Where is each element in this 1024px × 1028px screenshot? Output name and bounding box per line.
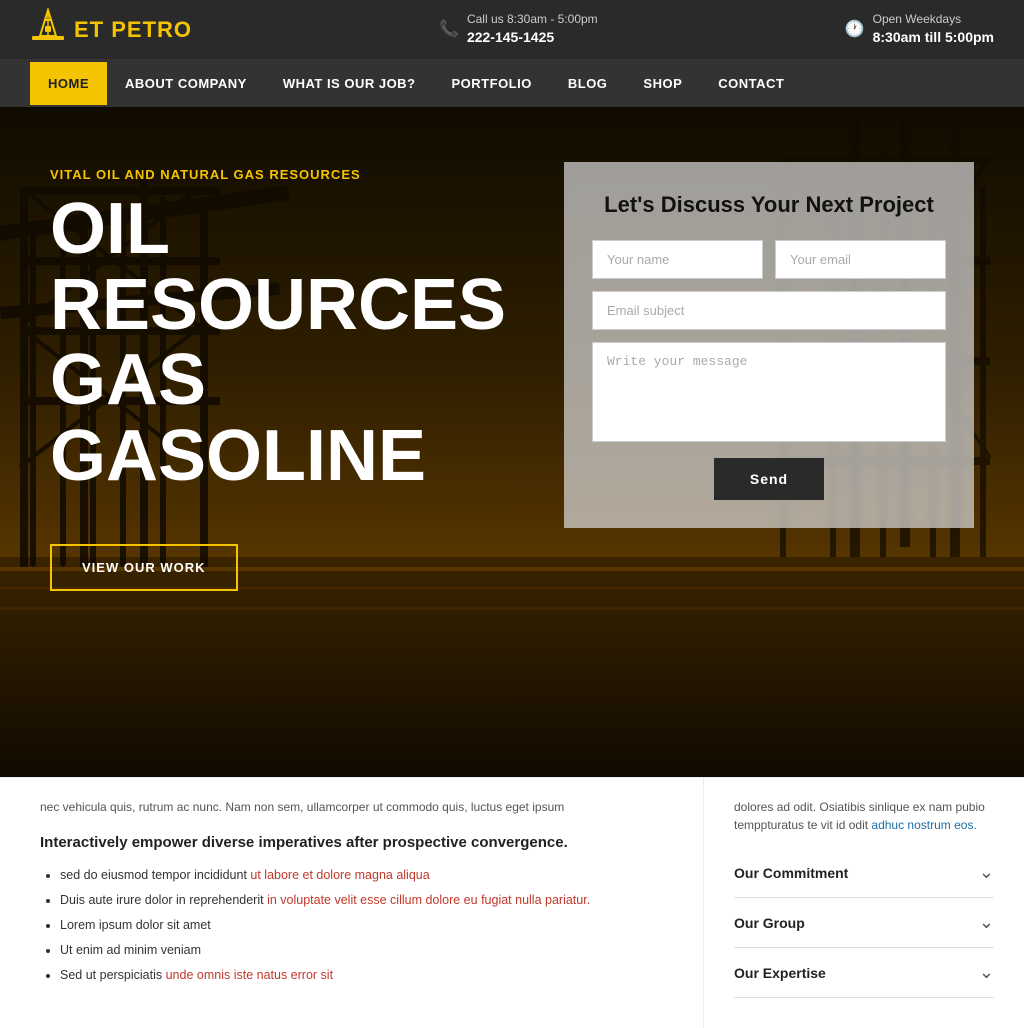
- list-link[interactable]: unde omnis iste natus error sit: [166, 968, 333, 982]
- list-link[interactable]: ut labore et dolore magna aliqua: [250, 868, 429, 882]
- send-button[interactable]: Send: [714, 458, 824, 500]
- right-intro-text: dolores ad odit. Osiatibis sinlique ex n…: [734, 798, 994, 834]
- nav-item-blog[interactable]: BLOG: [550, 62, 626, 105]
- clock-icon: 🕐: [845, 19, 865, 39]
- hero-content: VITAL OIL AND NATURAL GAS RESOURCES OIL …: [0, 107, 1024, 777]
- bottom-right: dolores ad odit. Osiatibis sinlique ex n…: [704, 778, 1024, 1028]
- contact-info: 📞 Call us 8:30am - 5:00pm 222-145-1425: [439, 11, 598, 47]
- accordion: Our Commitment ⌄ Our Group ⌄ Our Experti…: [734, 848, 994, 998]
- hero-tagline: VITAL OIL AND NATURAL GAS RESOURCES: [50, 167, 524, 182]
- form-title: Let's Discuss Your Next Project: [592, 192, 946, 218]
- bottom-section: nec vehicula quis, rutrum ac nunc. Nam n…: [0, 777, 1024, 1028]
- accordion-arrow: ⌄: [979, 962, 994, 983]
- contact-label: Call us 8:30am - 5:00pm: [467, 11, 598, 28]
- list-item: Duis aute irure dolor in reprehenderit i…: [60, 888, 663, 913]
- right-intro-link[interactable]: adhuc nostrum eos.: [871, 818, 976, 832]
- nav-item-home[interactable]: HOME: [30, 62, 107, 105]
- accordion-arrow: ⌄: [979, 912, 994, 933]
- logo[interactable]: ET PETRO: [30, 8, 192, 51]
- accordion-title: Our Expertise: [734, 965, 826, 981]
- contact-number: 222-145-1425: [467, 28, 598, 48]
- bottom-left: nec vehicula quis, rutrum ac nunc. Nam n…: [0, 778, 704, 1028]
- list-item: sed do eiusmod tempor incididunt ut labo…: [60, 863, 663, 888]
- form-name-email-row: [592, 240, 946, 279]
- top-bar: ET PETRO 📞 Call us 8:30am - 5:00pm 222-1…: [0, 0, 1024, 59]
- accordion-arrow: ⌄: [979, 862, 994, 883]
- intro-heading: Interactively empower diverse imperative…: [40, 834, 663, 851]
- phone-icon: 📞: [439, 19, 459, 39]
- nav-item-portfolio[interactable]: PORTFOLIO: [434, 62, 550, 105]
- accordion-title: Our Commitment: [734, 865, 848, 881]
- list-item: Sed ut perspiciatis unde omnis iste natu…: [60, 963, 663, 988]
- view-work-button[interactable]: VIEW OUR WORK: [50, 544, 238, 591]
- hero-section: VITAL OIL AND NATURAL GAS RESOURCES OIL …: [0, 107, 1024, 777]
- accordion-title: Our Group: [734, 915, 805, 931]
- contact-form: Let's Discuss Your Next Project Send: [564, 162, 974, 528]
- bullet-list: sed do eiusmod tempor incididunt ut labo…: [40, 863, 663, 988]
- brand-name: ET PETRO: [74, 17, 192, 43]
- hours-info: 🕐 Open Weekdays 8:30am till 5:00pm: [845, 11, 994, 47]
- accordion-group[interactable]: Our Group ⌄: [734, 898, 994, 948]
- hours-label: Open Weekdays: [873, 11, 994, 28]
- nav-item-about[interactable]: ABOUT COMPANY: [107, 62, 265, 105]
- subject-input[interactable]: [592, 291, 946, 330]
- hero-title: OIL RESOURCES GAS GASOLINE: [50, 192, 524, 494]
- accordion-commitment[interactable]: Our Commitment ⌄: [734, 848, 994, 898]
- list-link[interactable]: in voluptate velit esse cillum dolore eu…: [267, 893, 590, 907]
- nav-bar: HOME ABOUT COMPANY WHAT IS OUR JOB? PORT…: [0, 59, 1024, 107]
- hours-value: 8:30am till 5:00pm: [873, 28, 994, 48]
- list-item: Ut enim ad minim veniam: [60, 938, 663, 963]
- logo-icon: [30, 8, 66, 51]
- hero-left: VITAL OIL AND NATURAL GAS RESOURCES OIL …: [50, 147, 524, 591]
- list-item: Lorem ipsum dolor sit amet: [60, 913, 663, 938]
- lorem-text: nec vehicula quis, rutrum ac nunc. Nam n…: [40, 798, 663, 816]
- nav-item-job[interactable]: WHAT IS OUR JOB?: [265, 62, 434, 105]
- name-input[interactable]: [592, 240, 763, 279]
- message-textarea[interactable]: [592, 342, 946, 442]
- nav-item-contact[interactable]: CONTACT: [700, 62, 802, 105]
- accordion-expertise[interactable]: Our Expertise ⌄: [734, 948, 994, 998]
- email-input[interactable]: [775, 240, 946, 279]
- nav-item-shop[interactable]: SHOP: [625, 62, 700, 105]
